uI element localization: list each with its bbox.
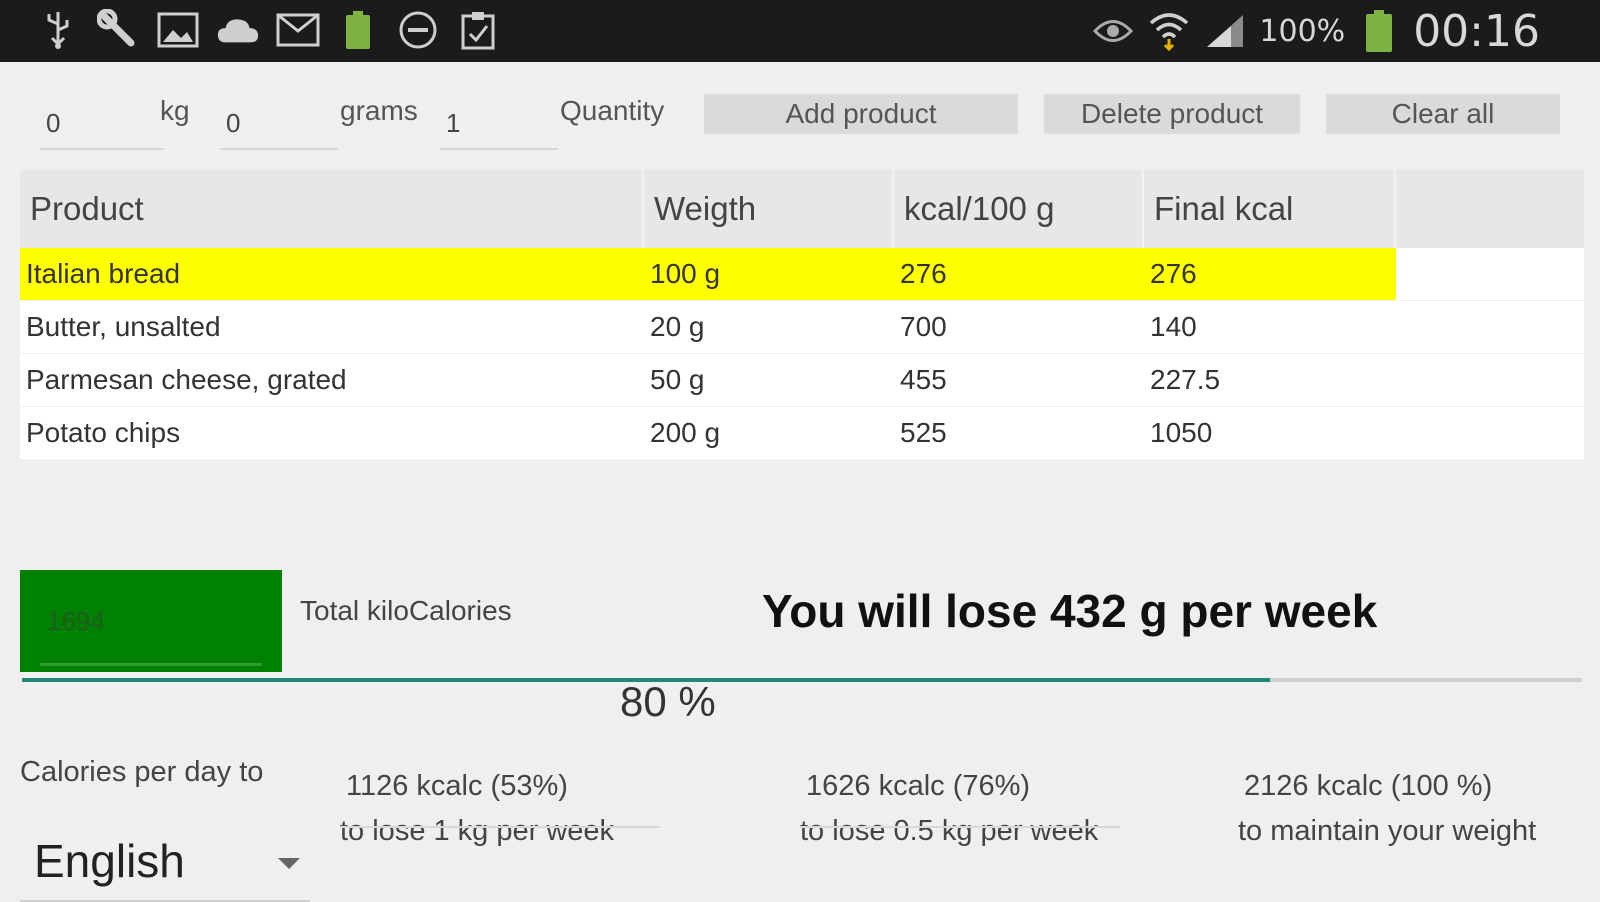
row-cells: Potato chips 200 g 525 1050	[20, 407, 1396, 459]
cell-kcal-per-100g: 276	[900, 258, 947, 289]
notification-icons	[36, 8, 500, 52]
option-2-divider	[800, 826, 1120, 828]
clock: 00:16	[1413, 5, 1540, 57]
option-2-kcal: 1626 kcalc (76%)	[806, 770, 1031, 802]
cell-weight: 50 g	[650, 364, 705, 395]
table-row[interactable]: Potato chips 200 g 525 1050	[20, 407, 1584, 460]
total-kcal-label: Total kiloCalories	[300, 595, 512, 626]
status-bar: 100% 00:16	[0, 0, 1600, 62]
header-weight: Weigth	[644, 170, 894, 248]
mail-icon	[276, 8, 320, 52]
usb-icon	[36, 8, 80, 52]
battery-percent: 100%	[1259, 13, 1346, 49]
cell-final-kcal: 227.5	[1150, 364, 1221, 395]
delete-product-button[interactable]: Delete product	[1044, 94, 1300, 134]
header-final-kcal: Final kcal	[1144, 170, 1396, 248]
cell-product: Italian bread	[26, 258, 181, 289]
battery-icon	[1357, 9, 1401, 53]
weight-loss-message: You will lose 432 g per week	[762, 585, 1378, 637]
cell-kcal-per-100g: 525	[900, 417, 947, 448]
dropdown-arrow-icon	[278, 858, 300, 869]
add-product-button[interactable]: Add product	[704, 94, 1018, 134]
language-selected: English	[34, 835, 185, 887]
image-icon	[156, 8, 200, 52]
cell-weight: 20 g	[650, 311, 705, 342]
cell-kcal-per-100g: 700	[900, 311, 947, 342]
cell-weight: 200 g	[650, 417, 721, 448]
signal-icon	[1203, 9, 1247, 53]
battery-small-icon	[336, 8, 380, 52]
cell-product: Butter, unsalted	[26, 311, 221, 342]
progress-bar	[22, 678, 1582, 682]
kg-label: kg	[160, 95, 190, 126]
row-cells: Butter, unsalted 20 g 700 140	[20, 301, 1396, 353]
cell-product: Parmesan cheese, grated	[26, 364, 347, 395]
calories-per-day-label: Calories per day to	[20, 756, 264, 788]
input-row: 0 kg 0 grams 1 Quantity Add product Dele…	[0, 62, 1600, 170]
cell-product: Potato chips	[26, 417, 181, 448]
header-product: Product	[20, 170, 644, 248]
header-kcal-per-100g: kcal/100 g	[894, 170, 1144, 248]
total-underline	[40, 663, 262, 666]
minus-circle-icon	[396, 8, 440, 52]
table-header: Product Weigth kcal/100 g Final kcal	[20, 170, 1584, 248]
cell-weight: 100 g	[650, 258, 721, 289]
cell-final-kcal: 140	[1150, 311, 1197, 342]
system-status: 100% 00:16	[1091, 4, 1540, 58]
cell-final-kcal: 276	[1150, 258, 1197, 289]
product-table: Product Weigth kcal/100 g Final kcal Ita…	[20, 170, 1584, 460]
option-3-goal: to maintain your weight	[1238, 815, 1537, 847]
total-kcal-value: 1694	[47, 606, 105, 636]
quantity-input[interactable]: 1	[440, 108, 558, 150]
wifi-icon	[1147, 9, 1191, 53]
option-1-divider	[340, 826, 660, 828]
table-row[interactable]: Parmesan cheese, grated 50 g 455 227.5	[20, 354, 1584, 407]
eye-icon	[1091, 9, 1135, 53]
clear-all-button[interactable]: Clear all	[1326, 94, 1560, 134]
table-row[interactable]: Italian bread 100 g 276 276	[20, 248, 1584, 301]
cloud-icon	[216, 8, 260, 52]
table-row[interactable]: Butter, unsalted 20 g 700 140	[20, 301, 1584, 354]
option-1-goal: to lose 1 kg per week	[340, 815, 615, 847]
grams-input[interactable]: 0	[220, 108, 338, 150]
quantity-label: Quantity	[560, 95, 665, 126]
progress-percent: 80 %	[620, 678, 716, 725]
cell-final-kcal: 1050	[1150, 417, 1213, 448]
wrench-icon	[96, 8, 140, 52]
language-dropdown[interactable]: English	[20, 824, 310, 902]
total-kcal-box[interactable]: 1694	[20, 570, 282, 672]
kg-input[interactable]: 0	[40, 108, 164, 150]
row-highlight: Italian bread 100 g 276 276	[20, 248, 1396, 300]
cell-kcal-per-100g: 455	[900, 364, 947, 395]
clipboard-icon	[456, 8, 500, 52]
option-3-kcal: 2126 kcalc (100 %)	[1244, 770, 1493, 802]
option-2-goal: to lose 0.5 kg per week	[800, 815, 1099, 847]
option-1-kcal: 1126 kcalc (53%)	[346, 770, 568, 802]
grams-label: grams	[340, 95, 418, 126]
row-cells: Parmesan cheese, grated 50 g 455 227.5	[20, 354, 1396, 406]
